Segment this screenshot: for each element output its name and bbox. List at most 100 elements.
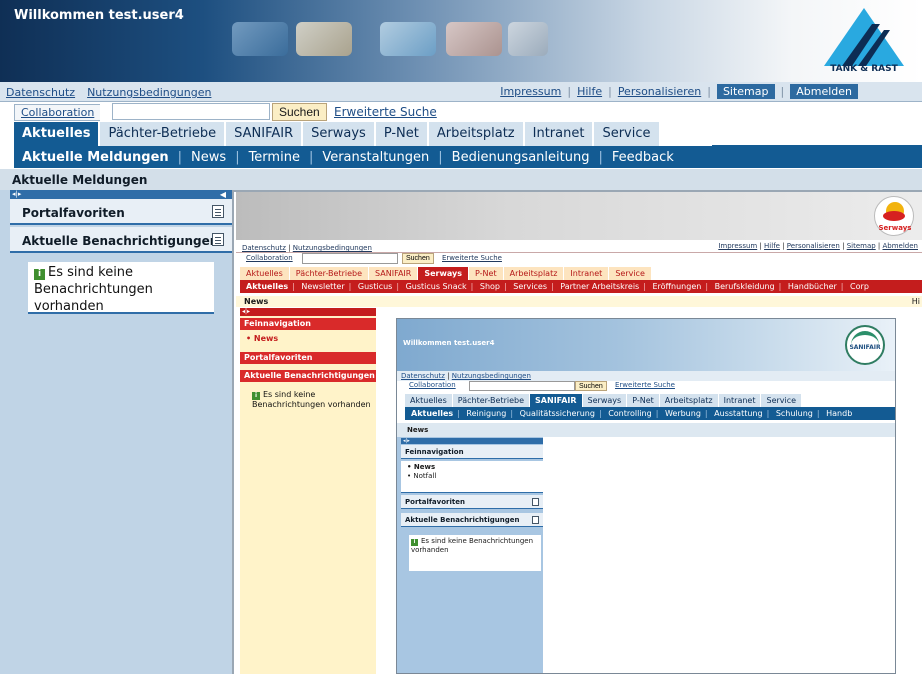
serways-search-bar: Collaboration Suchen Erweiterte Suche [236, 253, 922, 265]
subnav-berufskleidung[interactable]: Berufskleidung [715, 282, 775, 291]
nav-item-notfall[interactable]: • Notfall [407, 472, 543, 481]
separator [75, 86, 87, 99]
subnav-ausstattung[interactable]: Ausstattung [714, 409, 762, 418]
personalize-link[interactable]: Personalisieren [618, 85, 701, 98]
tab-paechter-betriebe[interactable]: Pächter-Betriebe [452, 394, 530, 407]
nav-item-news[interactable]: • News [407, 463, 543, 472]
personalize-link[interactable]: Personalisieren [787, 242, 840, 250]
subnav-controlling[interactable]: Controlling [608, 409, 652, 418]
terms-link[interactable]: Nutzungsbedingungen [293, 244, 372, 252]
search-button[interactable]: Suchen [272, 103, 327, 121]
tab-aktuelles[interactable]: Aktuelles [14, 122, 101, 146]
panel-header-bar[interactable]: ◂|▸ [240, 308, 376, 316]
subnav-veranstaltungen[interactable]: Veranstaltungen [322, 150, 429, 165]
tab-p-net[interactable]: P-Net [469, 267, 503, 280]
subnav-feedback[interactable]: Feedback [612, 150, 674, 165]
page-title: Aktuelle Meldungen [0, 168, 922, 190]
tab-service[interactable]: Service [609, 267, 651, 280]
utility-right: Impressum | Hilfe | Personalisieren | Sitemap |… [500, 84, 858, 99]
nav-item-news[interactable]: • News [246, 334, 278, 343]
panel-menu-icon[interactable] [532, 516, 539, 524]
tab-sanifair[interactable]: SANIFAIR [369, 267, 418, 280]
subnav-handbuecher[interactable]: Handbücher [788, 282, 837, 291]
subnav-gusticus-snack[interactable]: Gusticus Snack [406, 282, 467, 291]
tab-sanifair[interactable]: SANIFAIR [530, 394, 582, 407]
tab-serways[interactable]: Serways [303, 122, 376, 146]
notification-text: Es sind keine Benachrichtungen vorhanden [34, 265, 153, 314]
tab-serways[interactable]: Serways [582, 394, 627, 407]
privacy-link[interactable]: Datenschutz [6, 86, 75, 99]
logout-link[interactable]: Abmelden [883, 242, 919, 250]
tab-intranet[interactable]: Intranet [564, 267, 609, 280]
banner-photo [380, 22, 436, 56]
advanced-search-link[interactable]: Erweiterte Suche [615, 381, 675, 389]
search-button[interactable]: Suchen [575, 381, 607, 391]
notification-text: Es sind keine Benachrichtungen vorhanden [411, 537, 534, 554]
subnav-aktuelles[interactable]: Aktuelles [246, 282, 288, 291]
sitemap-link[interactable]: Sitemap [847, 242, 876, 250]
tab-intranet[interactable]: Intranet [524, 122, 595, 146]
subnav-werbung[interactable]: Werbung [665, 409, 701, 418]
tab-service[interactable]: Service [594, 122, 661, 146]
panel-feinnavigation: Feinnavigation [401, 445, 543, 459]
search-scope-select[interactable]: Collaboration [409, 381, 456, 389]
collapse-arrow-icon[interactable]: ◀ [220, 190, 226, 199]
advanced-search-link[interactable]: Erweiterte Suche [442, 254, 502, 262]
privacy-link[interactable]: Datenschutz [401, 372, 445, 380]
subnav-services[interactable]: Services [513, 282, 547, 291]
tab-intranet[interactable]: Intranet [718, 394, 761, 407]
tab-p-net[interactable]: P-Net [627, 394, 659, 407]
subnav-eroeffnungen[interactable]: Eröffnungen [652, 282, 701, 291]
advanced-search-link[interactable]: Erweiterte Suche [334, 105, 437, 119]
logout-link[interactable]: Abmelden [790, 84, 858, 99]
help-link[interactable]: Hilfe [764, 242, 780, 250]
tab-paechter-betriebe[interactable]: Pächter-Betriebe [100, 122, 227, 146]
help-link[interactable]: Hilfe [577, 85, 602, 98]
tab-aktuelles[interactable]: Aktuelles [240, 267, 289, 280]
main-tabs: Aktuelles Pächter-Betriebe SANIFAIR Serw… [14, 122, 661, 146]
subnav-handbuecher[interactable]: Handb [826, 409, 852, 418]
panel-menu-icon[interactable] [532, 498, 539, 506]
panel-menu-icon[interactable] [212, 233, 224, 246]
subnav-gusticus[interactable]: Gusticus [358, 282, 392, 291]
panel-feinnavigation: Feinnavigation [240, 318, 376, 330]
resize-arrows-icon[interactable]: ◂|▸ [12, 190, 21, 199]
subnav-reinigung[interactable]: Reinigung [466, 409, 506, 418]
tab-paechter-betriebe[interactable]: Pächter-Betriebe [289, 267, 369, 280]
tab-arbeitsplatz[interactable]: Arbeitsplatz [659, 394, 718, 407]
privacy-link[interactable]: Datenschutz [242, 244, 286, 252]
search-input[interactable] [302, 253, 398, 264]
subnav-aktuelle-meldungen[interactable]: Aktuelle Meldungen [22, 150, 169, 165]
tab-sanifair[interactable]: SANIFAIR [226, 122, 304, 146]
search-button[interactable]: Suchen [402, 253, 434, 264]
portal-banner: Willkommen test.user4 TANK & RAST [0, 0, 922, 82]
tab-serways[interactable]: Serways [418, 267, 469, 280]
tab-arbeitsplatz[interactable]: Arbeitsplatz [428, 122, 525, 146]
search-input[interactable] [112, 103, 270, 120]
imprint-link[interactable]: Impressum [718, 242, 757, 250]
search-scope-select[interactable]: Collaboration [246, 254, 293, 262]
subnav-corp[interactable]: Corp [850, 282, 869, 291]
panel-header-bar[interactable]: ◂|▸ [401, 438, 543, 444]
search-scope-select[interactable]: Collaboration [14, 104, 101, 121]
subnav-shop[interactable]: Shop [480, 282, 500, 291]
imprint-link[interactable]: Impressum [500, 85, 561, 98]
tab-arbeitsplatz[interactable]: Arbeitsplatz [503, 267, 564, 280]
terms-link[interactable]: Nutzungsbedingungen [452, 372, 531, 380]
tab-aktuelles[interactable]: Aktuelles [405, 394, 452, 407]
subnav-termine[interactable]: Termine [249, 150, 300, 165]
subnav-news[interactable]: News [191, 150, 226, 165]
subnav-partner-arbeitskreis[interactable]: Partner Arbeitskreis [560, 282, 639, 291]
tab-p-net[interactable]: P-Net [375, 122, 429, 146]
terms-link[interactable]: Nutzungsbedingungen [87, 86, 211, 99]
sitemap-link[interactable]: Sitemap [716, 84, 775, 99]
search-input[interactable] [469, 381, 575, 391]
panel-menu-icon[interactable] [212, 205, 224, 218]
subnav-schulung[interactable]: Schulung [776, 409, 813, 418]
subnav-qualitaetssicherung[interactable]: Qualitätssicherung [520, 409, 595, 418]
subnav-newsletter[interactable]: Newsletter [301, 282, 344, 291]
panel-portalfavoriten: Portalfavoriten [401, 495, 543, 509]
tab-service[interactable]: Service [761, 394, 802, 407]
subnav-aktuelles[interactable]: Aktuelles [411, 409, 453, 418]
subnav-bedienungsanleitung[interactable]: Bedienungsanleitung [452, 150, 590, 165]
